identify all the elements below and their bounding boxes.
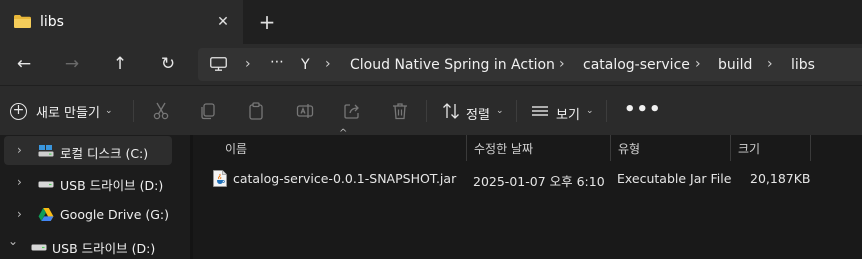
column-header-type[interactable]: 유형	[611, 135, 730, 161]
sort-button[interactable]: 정렬	[466, 104, 490, 123]
view-button[interactable]: 보기	[556, 104, 580, 123]
usb-drive-icon	[31, 244, 47, 251]
table-row[interactable]: catalog-service-0.0.1-SNAPSHOT.jar 2025-…	[205, 167, 813, 191]
breadcrumb-separator[interactable]: ›	[767, 56, 773, 72]
command-bar: + 새로 만들기 ⌄ 정렬 ⌄ 보기 ⌄ •••	[0, 85, 862, 135]
chevron-down-icon: ⌄	[496, 106, 504, 116]
breadcrumb-separator[interactable]: ›	[245, 56, 251, 72]
column-header-modified[interactable]: 수정한 날짜	[467, 135, 610, 161]
address-bar[interactable]: › ⋯ › Y Cloud Native Spring in Action › …	[198, 48, 862, 81]
file-modified: 2025-01-07 오후 6:10	[473, 174, 605, 189]
breadcrumb-separator[interactable]: ›	[695, 56, 701, 72]
folder-icon	[14, 15, 31, 28]
sidebar-item-usb-drive-d[interactable]: › USB 드라이브 (D:)	[4, 168, 172, 197]
back-button[interactable]: ←	[12, 52, 36, 76]
file-type: Executable Jar File	[617, 171, 732, 186]
file-name: catalog-service-0.0.1-SNAPSHOT.jar	[233, 171, 457, 186]
chevron-down-icon[interactable]: ⌄	[8, 234, 18, 248]
column-header-label: 유형	[618, 142, 641, 156]
navigation-pane: › 로컬 디스크 (C:) › USB 드라이브 (D:) › Google D…	[0, 135, 190, 259]
forward-button[interactable]: →	[60, 52, 84, 76]
column-header-label: 이름	[225, 142, 248, 156]
plus-icon: +	[10, 102, 27, 120]
chevron-down-icon: ⌄	[104, 106, 113, 116]
column-separator[interactable]	[810, 135, 811, 161]
chevron-right-icon[interactable]: ›	[17, 175, 22, 189]
copy-icon[interactable]	[198, 101, 218, 121]
sidebar-item-label: 로컬 디스크 (C:)	[60, 146, 149, 161]
divider	[426, 100, 427, 122]
chevron-down-icon: ⌄	[586, 106, 594, 116]
sort-icon[interactable]	[441, 101, 461, 121]
navigation-bar: ← → ↑ ↻ › ⋯ › Y Cloud Native Spring in A…	[0, 44, 862, 85]
more-options-icon[interactable]: •••	[624, 99, 662, 120]
breadcrumb-separator[interactable]: ›	[559, 56, 565, 72]
tab-libs[interactable]: libs ✕	[0, 0, 243, 44]
up-button[interactable]: ↑	[108, 52, 132, 76]
rename-icon[interactable]	[295, 101, 315, 121]
chevron-right-icon[interactable]: ›	[17, 207, 22, 221]
close-tab-icon[interactable]: ✕	[213, 12, 233, 32]
breadcrumb-y[interactable]: Y	[301, 57, 310, 73]
breadcrumb-overflow[interactable]: ⋯	[270, 54, 284, 70]
google-drive-icon	[38, 208, 54, 221]
this-pc-icon[interactable]	[210, 57, 227, 71]
file-size: 20,187KB	[750, 171, 811, 186]
divider	[606, 100, 607, 122]
chevron-right-icon[interactable]: ›	[17, 143, 22, 157]
breadcrumb-build[interactable]: build	[718, 57, 752, 73]
divider	[133, 100, 134, 122]
delete-icon[interactable]	[390, 101, 410, 121]
java-jar-icon	[213, 170, 227, 187]
divider	[516, 100, 517, 122]
breadcrumb-separator[interactable]: ›	[325, 56, 331, 72]
breadcrumb-catalog-service[interactable]: catalog-service	[583, 57, 690, 73]
sidebar-item-label: USB 드라이브 (D:)	[60, 178, 164, 193]
sidebar-item-usb-drive-d-expanded[interactable]: ⌄ USB 드라이브 (D:)	[4, 231, 172, 259]
breadcrumb-cloud-native[interactable]: Cloud Native Spring in Action	[350, 57, 555, 73]
refresh-button[interactable]: ↻	[156, 52, 180, 76]
file-list: ^ 이름 수정한 날짜 유형 크기 catalog-service-0.0.1-…	[193, 128, 862, 259]
sidebar-item-local-disk-c[interactable]: › 로컬 디스크 (C:)	[4, 136, 172, 165]
new-button-label: 새로 만들기	[36, 105, 100, 121]
breadcrumb-libs[interactable]: libs	[791, 57, 815, 73]
share-icon[interactable]	[342, 101, 362, 121]
paste-icon[interactable]	[246, 101, 266, 121]
new-tab-button[interactable]: +	[257, 12, 277, 32]
tab-strip: libs ✕ +	[0, 0, 862, 44]
new-button[interactable]: + 새로 만들기 ⌄	[10, 98, 112, 124]
column-header-size[interactable]: 크기	[731, 135, 810, 161]
tab-title: libs	[40, 14, 64, 30]
column-header-name[interactable]: 이름	[193, 135, 466, 161]
local-disk-icon	[38, 145, 54, 157]
column-header-label: 크기	[738, 142, 761, 156]
sidebar-item-label: Google Drive (G:)	[60, 207, 170, 222]
sidebar-item-google-drive-g[interactable]: › Google Drive (G:)	[4, 200, 172, 229]
usb-drive-icon	[38, 181, 54, 188]
view-list-icon[interactable]	[530, 101, 550, 121]
sidebar-item-label: USB 드라이브 (D:)	[52, 241, 156, 256]
column-header-label: 수정한 날짜	[474, 142, 534, 156]
cut-icon[interactable]	[151, 101, 171, 121]
